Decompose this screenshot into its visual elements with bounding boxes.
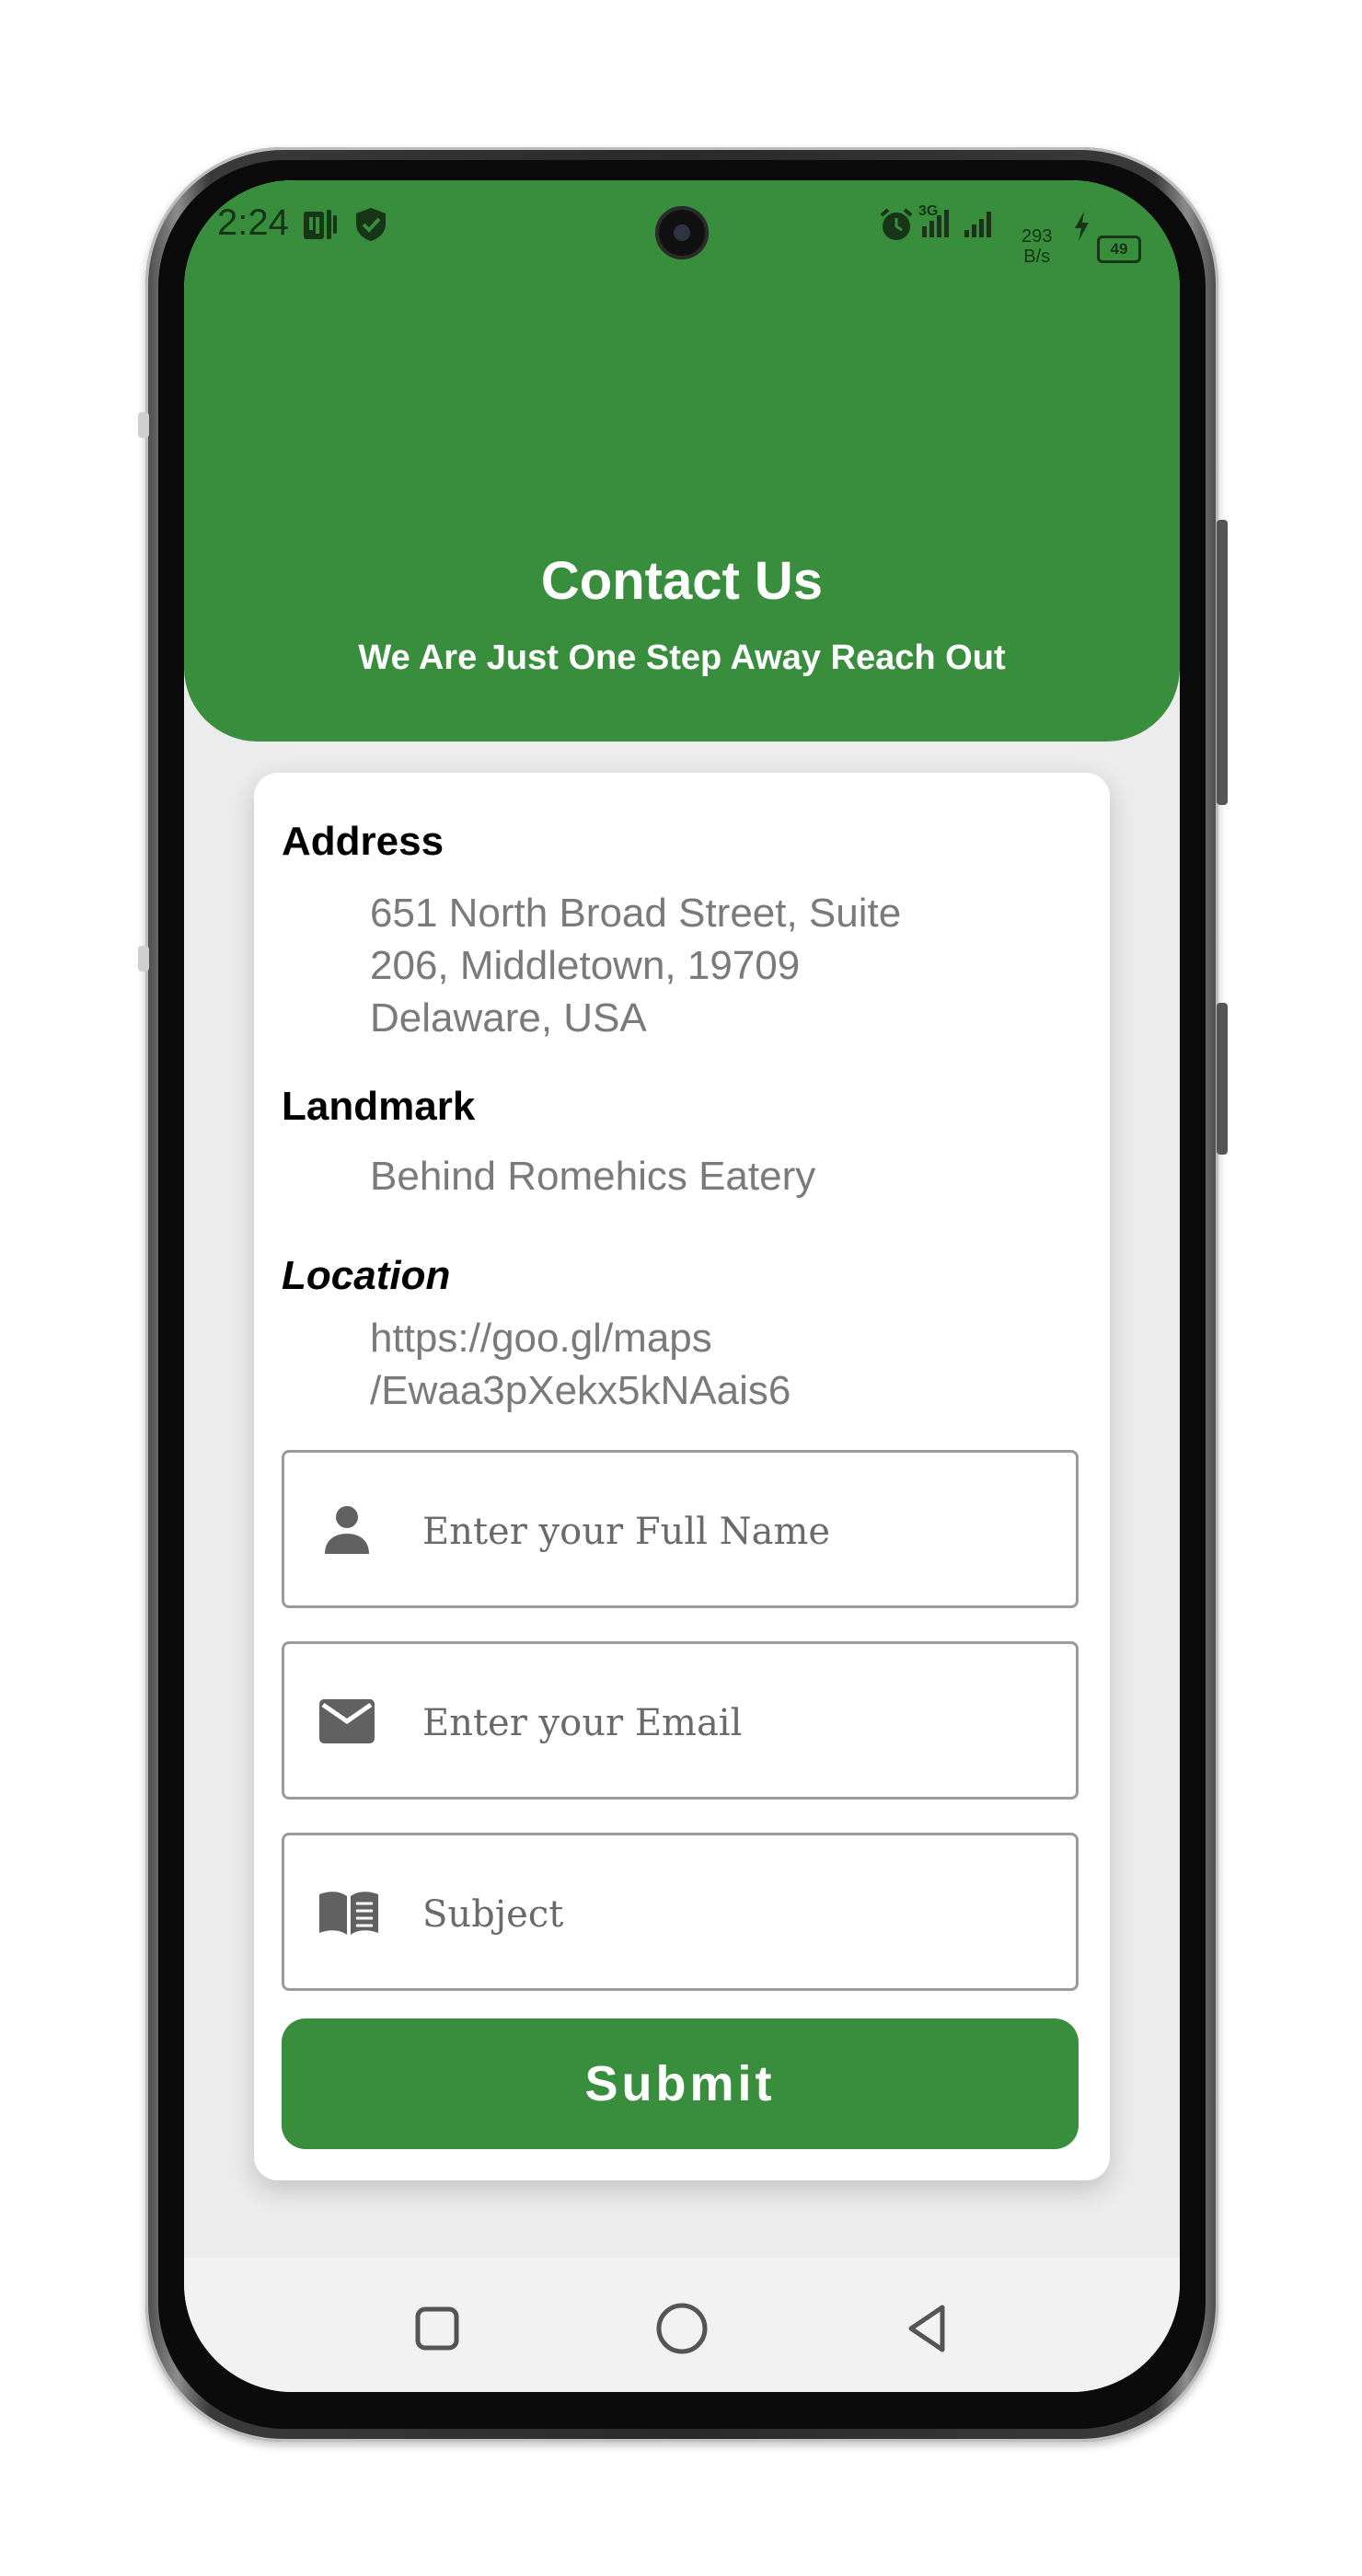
app-notification-icon	[302, 206, 339, 252]
landmark-value: Behind Romehics Eatery	[370, 1154, 816, 1199]
page-subtitle: We Are Just One Step Away Reach Out	[358, 638, 1006, 677]
submit-button[interactable]: Submit	[282, 2018, 1079, 2149]
location-link-line[interactable]: https://goo.gl/maps	[370, 1312, 959, 1364]
envelope-icon	[317, 1696, 376, 1747]
frame-detail	[138, 946, 149, 972]
shield-icon	[353, 206, 388, 252]
recents-square-icon[interactable]	[405, 2296, 469, 2361]
location-label: Location	[282, 1253, 451, 1298]
alarm-icon	[878, 206, 915, 252]
navigation-bar	[184, 2258, 1180, 2392]
address-line: 651 North Broad Street, Suite	[370, 891, 902, 936]
location-link-line[interactable]: /Ewaa3pXekx5kNAais6	[370, 1364, 959, 1417]
signal-icon: 3G	[918, 202, 1003, 252]
home-circle-icon[interactable]	[650, 2296, 714, 2361]
battery-indicator: 49	[1097, 236, 1141, 263]
svg-text:3G: 3G	[918, 203, 938, 219]
book-icon	[317, 1887, 378, 1938]
address-value: 651 North Broad Street, Suite 206, Middl…	[370, 887, 959, 1044]
full-name-input[interactable]	[421, 1489, 1050, 1574]
network-speed-value: 293	[1022, 226, 1053, 247]
volume-button	[1217, 520, 1228, 805]
location-link[interactable]: https://goo.gl/maps /Ewaa3pXekx5kNAais6	[370, 1312, 959, 1417]
back-triangle-icon[interactable]	[895, 2296, 959, 2361]
person-icon	[317, 1504, 376, 1556]
email-input[interactable]	[421, 1681, 1050, 1765]
address-label: Address	[282, 819, 444, 864]
contact-card: Address 651 North Broad Street, Suite 20…	[254, 773, 1110, 2180]
network-speed-unit: B/s	[1023, 247, 1051, 267]
landmark-label: Landmark	[282, 1084, 476, 1129]
subject-field[interactable]	[282, 1833, 1079, 1991]
frame-detail	[138, 412, 149, 438]
charging-icon	[1071, 210, 1091, 252]
full-name-field[interactable]	[282, 1450, 1079, 1608]
screen: 2:24 3G 293 B/s 49 Contact Us We Are Jus…	[184, 180, 1180, 2392]
address-line: Delaware, USA	[370, 995, 647, 1041]
network-speed: 293 B/s	[1022, 226, 1052, 267]
email-field[interactable]	[282, 1641, 1079, 1800]
page-title: Contact Us	[540, 551, 824, 611]
address-line: 206, Middletown, 19709	[370, 943, 801, 988]
subject-input[interactable]	[421, 1872, 1050, 1957]
power-button	[1217, 1003, 1228, 1155]
status-time: 2:24	[217, 202, 289, 243]
front-camera	[655, 206, 709, 259]
header-banner: 2:24 3G 293 B/s 49 Contact Us We Are Jus…	[184, 180, 1180, 742]
